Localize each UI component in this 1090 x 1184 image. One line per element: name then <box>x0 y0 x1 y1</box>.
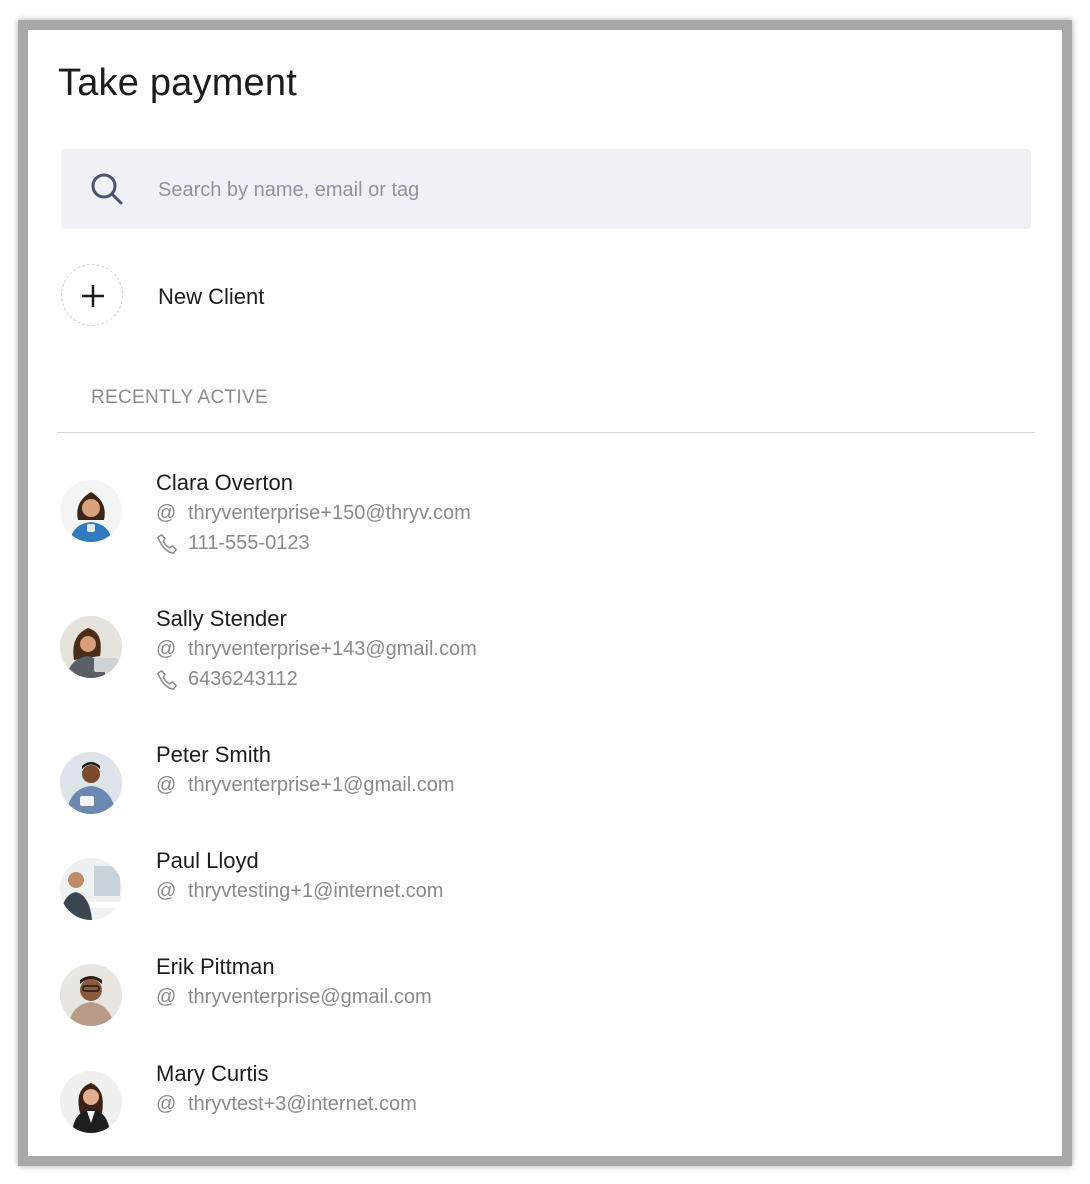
new-client-button[interactable]: New Client <box>61 264 361 328</box>
avatar <box>60 964 122 1026</box>
client-email-line: @ thryventerprise+150@thryv.com <box>156 502 471 525</box>
client-email-line: @ thryvtest+3@internet.com <box>156 1093 417 1116</box>
at-icon: @ <box>156 1093 177 1116</box>
at-icon: @ <box>156 880 177 903</box>
divider <box>57 432 1035 433</box>
client-name: Sally Stender <box>156 606 287 631</box>
take-payment-panel: Take payment New Client RECENTLY ACTIVE <box>28 30 1062 1156</box>
new-client-label: New Client <box>158 284 265 309</box>
avatar <box>60 1071 122 1133</box>
client-phone: 6436243112 <box>188 668 298 691</box>
client-name: Clara Overton <box>156 470 293 495</box>
client-email-line: @ thryventerprise+1@gmail.com <box>156 774 455 797</box>
client-email-line: @ thryventerprise+143@gmail.com <box>156 638 477 661</box>
client-email: thryventerprise+150@thryv.com <box>188 502 471 525</box>
at-icon: @ <box>156 774 177 797</box>
client-email: thryvtest+3@internet.com <box>188 1093 417 1116</box>
client-email-line: @ thryventerprise@gmail.com <box>156 986 432 1009</box>
at-icon: @ <box>156 986 177 1009</box>
client-name: Peter Smith <box>156 742 271 767</box>
client-name: Paul Lloyd <box>156 848 259 873</box>
client-phone-line: 6436243112 <box>156 668 298 691</box>
phone-icon <box>156 669 180 691</box>
client-name: Erik Pittman <box>156 954 275 979</box>
avatar <box>60 858 122 920</box>
client-name: Mary Curtis <box>156 1061 269 1086</box>
search-input[interactable] <box>156 169 1000 211</box>
avatar <box>60 752 122 814</box>
client-row[interactable]: Paul Lloyd @ thryvtesting+1@internet.com <box>60 848 1010 928</box>
client-row[interactable]: Erik Pittman @ thryventerprise@gmail.com <box>60 954 1010 1034</box>
client-phone-line: 111-555-0123 <box>156 532 310 555</box>
client-email: thryventerprise+1@gmail.com <box>188 774 455 797</box>
page-title: Take payment <box>58 62 297 104</box>
client-phone: 111-555-0123 <box>188 532 310 555</box>
at-icon: @ <box>156 638 177 661</box>
client-email: thryventerprise+143@gmail.com <box>188 638 477 661</box>
avatar <box>60 616 122 678</box>
plus-icon <box>82 285 104 307</box>
phone-icon <box>156 533 180 555</box>
client-row[interactable]: Mary Curtis @ thryvtest+3@internet.com <box>60 1061 1010 1141</box>
client-row[interactable]: Clara Overton @ thryventerprise+150@thryv… <box>60 470 1010 570</box>
client-email: thryventerprise@gmail.com <box>188 986 432 1009</box>
search-icon <box>89 171 125 207</box>
section-label-recently-active: RECENTLY ACTIVE <box>91 387 268 408</box>
new-client-circle[interactable] <box>61 264 123 326</box>
at-icon: @ <box>156 502 177 525</box>
client-row[interactable]: Peter Smith @ thryventerprise+1@gmail.com <box>60 742 1010 822</box>
search-bar[interactable] <box>61 149 1031 229</box>
client-email: thryvtesting+1@internet.com <box>188 880 444 903</box>
client-row[interactable]: Sally Stender @ thryventerprise+143@gmail… <box>60 606 1010 706</box>
client-email-line: @ thryvtesting+1@internet.com <box>156 880 443 903</box>
avatar <box>60 480 122 542</box>
